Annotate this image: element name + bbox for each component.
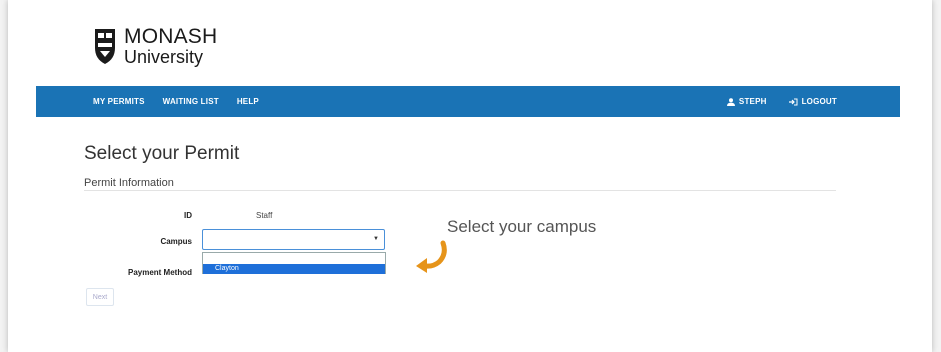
annotation-text: Select your campus [447, 217, 597, 236]
nav-waiting-list[interactable]: WAITING LIST [163, 97, 219, 106]
crest-icon [95, 29, 115, 64]
curved-arrow-icon [416, 240, 447, 273]
id-label: ID [184, 211, 192, 220]
dropdown-arrow-icon: ▼ [373, 236, 379, 242]
top-navbar: MY PERMITS WAITING LIST HELP STEPH LOGOU… [36, 86, 900, 117]
payment-method-label: Payment Method [127, 268, 192, 277]
campus-dropdown-list: Clayton [202, 252, 386, 274]
campus-select[interactable]: ▼ [202, 229, 385, 250]
id-value: Staff [256, 211, 273, 220]
page-title: Select your Permit [84, 143, 240, 164]
logout-icon [788, 98, 798, 105]
campus-option-clayton[interactable]: Clayton [203, 264, 385, 274]
logout-link[interactable]: LOGOUT [788, 97, 837, 106]
next-button[interactable]: Next [86, 288, 114, 306]
campus-label: Campus [160, 237, 192, 246]
monash-logo[interactable]: MONASH University [92, 26, 217, 66]
nav-my-permits[interactable]: MY PERMITS [93, 97, 145, 106]
nav-help[interactable]: HELP [237, 97, 259, 106]
logo-line1: MONASH [124, 25, 218, 48]
page-card: MONASH University MY PERMITS WAITING LIS… [8, 0, 932, 352]
section-divider [84, 190, 836, 191]
user-name: STEPH [738, 97, 767, 106]
logout-label: LOGOUT [801, 97, 837, 106]
user-menu[interactable]: STEPH [726, 97, 767, 106]
logo-line2: University [124, 47, 204, 67]
section-title: Permit Information [84, 177, 174, 189]
user-icon [726, 97, 735, 106]
